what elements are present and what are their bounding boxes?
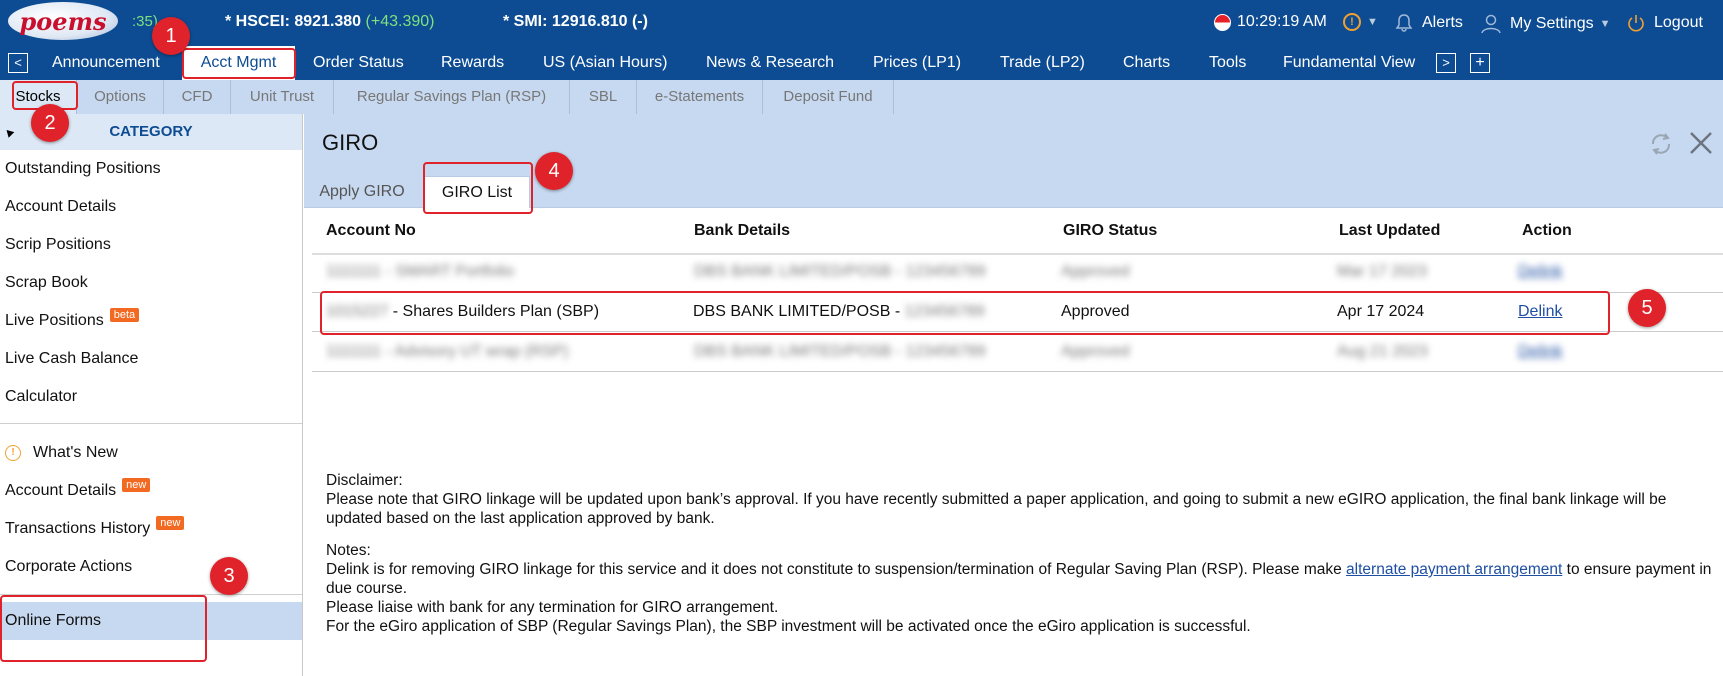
singapore-flag-icon xyxy=(1214,13,1231,31)
alternate-payment-link[interactable]: alternate payment arrangement xyxy=(1346,561,1562,578)
annotation-box-online-forms xyxy=(0,595,207,662)
smi-index: * SMI: 12916.810 (-) xyxy=(503,13,648,30)
subtab-options[interactable]: Options xyxy=(77,80,164,114)
beta-badge: beta xyxy=(109,308,140,322)
row-bank-details: DBS BANK LIMITED/POSB - 123456789 xyxy=(694,343,986,360)
user-icon xyxy=(1481,14,1501,34)
col-header-account-no: Account No xyxy=(326,222,416,239)
sub-nav: Stocks Options CFD Unit Trust Regular Sa… xyxy=(0,80,1723,114)
subtab-sbl[interactable]: SBL xyxy=(570,80,637,114)
sidebar-item-scrap-book[interactable]: Scrap Book xyxy=(5,274,88,292)
sidebar-item-live-positions[interactable]: Live Positions beta xyxy=(5,308,140,330)
notes-line-3: For the eGiro application of SBP (Regula… xyxy=(326,618,1251,635)
info-dropdown[interactable]: ! ▼ xyxy=(1343,13,1378,31)
refresh-icon[interactable] xyxy=(1648,131,1674,157)
row-bank-details: DBS BANK LIMITED/POSB - 123456789 xyxy=(694,263,986,280)
annotation-marker-3: 3 xyxy=(210,557,248,595)
sidebar-item-corporate-actions[interactable]: Corporate Actions xyxy=(5,558,132,576)
col-header-giro-status: GIRO Status xyxy=(1063,222,1158,239)
sidebar-divider xyxy=(0,423,302,424)
sidebar-item-scrip-positions[interactable]: Scrip Positions xyxy=(5,236,111,254)
my-settings-button[interactable]: My Settings ▼ xyxy=(1480,13,1610,35)
top-bar: poems :35) * HSCEI: 8921.380 (+43.390) *… xyxy=(0,0,1723,46)
sidebar-item-whats-new[interactable]: ! What's New xyxy=(5,444,118,462)
sidebar-item-live-cash-balance[interactable]: Live Cash Balance xyxy=(5,350,138,368)
row-divider xyxy=(312,371,1723,372)
col-header-action: Action xyxy=(1522,222,1572,239)
nav-scroll-right-icon[interactable]: > xyxy=(1436,53,1456,73)
row-account-no: 1111111 - SMART Portfolio xyxy=(326,263,514,280)
new-badge: new xyxy=(122,478,151,492)
header-divider xyxy=(312,253,1723,255)
nav-tools[interactable]: Tools xyxy=(1209,46,1246,80)
disclaimer-heading: Disclaimer: xyxy=(326,472,403,489)
nav-announcement[interactable]: Announcement xyxy=(52,46,160,80)
notes-heading: Notes: xyxy=(326,542,371,559)
subtab-unit-trust[interactable]: Unit Trust xyxy=(231,80,334,114)
notes-line-2: Please liaise with bank for any terminat… xyxy=(326,599,779,616)
poems-logo[interactable]: poems xyxy=(8,2,118,40)
notes-line-1: Delink is for removing GIRO linkage for … xyxy=(326,561,1712,597)
annotation-box-acct-mgmt xyxy=(182,48,296,79)
collapse-triangle-icon xyxy=(3,127,15,138)
nav-news-research[interactable]: News & Research xyxy=(706,46,834,80)
annotation-marker-1: 1 xyxy=(152,17,190,55)
sidebar-item-account-details[interactable]: Account Details xyxy=(5,198,116,216)
close-icon[interactable] xyxy=(1688,130,1714,156)
annotation-marker-5: 5 xyxy=(1628,289,1666,327)
annotation-marker-2: 2 xyxy=(31,104,69,142)
info-icon: ! xyxy=(1343,13,1361,31)
sidebar-item-outstanding-positions[interactable]: Outstanding Positions xyxy=(5,160,161,178)
sidebar-item-account-details-new[interactable]: Account Details new xyxy=(5,478,151,500)
row-last-updated: Mar 17 2023 xyxy=(1337,263,1427,280)
annotation-marker-4: 4 xyxy=(535,152,573,190)
col-header-last-updated: Last Updated xyxy=(1339,222,1441,239)
row-last-updated: Aug 21 2023 xyxy=(1337,343,1428,360)
nav-charts[interactable]: Charts xyxy=(1123,46,1170,80)
nav-order-status[interactable]: Order Status xyxy=(313,46,404,80)
alerts-button[interactable]: Alerts xyxy=(1394,13,1463,33)
col-header-bank-details: Bank Details xyxy=(694,222,791,239)
nav-prices-lp1[interactable]: Prices (LP1) xyxy=(873,46,961,80)
nav-rewards[interactable]: Rewards xyxy=(441,46,504,80)
sidebar-item-calculator[interactable]: Calculator xyxy=(5,388,77,406)
clock: 10:29:19 AM xyxy=(1214,13,1327,31)
row-status: Approved xyxy=(1061,263,1130,280)
info-icon: ! xyxy=(5,444,21,461)
sidebar-item-transactions-history[interactable]: Transactions History new xyxy=(5,516,185,538)
subtab-e-statements[interactable]: e-Statements xyxy=(637,80,763,114)
annotation-box-giro-row xyxy=(320,291,1610,335)
row-account-no: 1111111 - Advisory UT wrap (RSP) xyxy=(326,343,569,360)
nav-fundamental-view[interactable]: Fundamental View xyxy=(1283,46,1415,80)
disclaimer-text: Please note that GIRO linkage will be up… xyxy=(326,491,1667,527)
chevron-down-icon: ▼ xyxy=(1599,18,1611,30)
nav-trade-lp2[interactable]: Trade (LP2) xyxy=(1000,46,1085,80)
row-status: Approved xyxy=(1061,343,1130,360)
bell-icon xyxy=(1395,14,1413,32)
subtab-deposit-fund[interactable]: Deposit Fund xyxy=(763,80,894,114)
annotation-box-giro-list xyxy=(423,162,533,214)
subtab-rsp[interactable]: Regular Savings Plan (RSP) xyxy=(334,80,570,114)
nav-scroll-left-icon[interactable]: < xyxy=(8,53,28,73)
subtab-cfd[interactable]: CFD xyxy=(164,80,231,114)
new-badge: new xyxy=(156,516,185,530)
chevron-down-icon: ▼ xyxy=(1367,16,1378,28)
hscei-index: * HSCEI: 8921.380 (+43.390) xyxy=(225,13,435,30)
page-title: GIRO xyxy=(322,130,379,155)
delink-link[interactable]: Delink xyxy=(1518,263,1562,281)
tab-apply-giro[interactable]: Apply GIRO xyxy=(304,176,420,208)
power-icon xyxy=(1628,15,1644,32)
nav-us-asian-hours[interactable]: US (Asian Hours) xyxy=(543,46,667,80)
add-tab-icon[interactable]: + xyxy=(1470,53,1490,73)
category-sidebar: CATEGORY Outstanding Positions Account D… xyxy=(0,114,303,676)
delink-link[interactable]: Delink xyxy=(1518,343,1562,361)
logout-button[interactable]: Logout xyxy=(1626,13,1703,33)
